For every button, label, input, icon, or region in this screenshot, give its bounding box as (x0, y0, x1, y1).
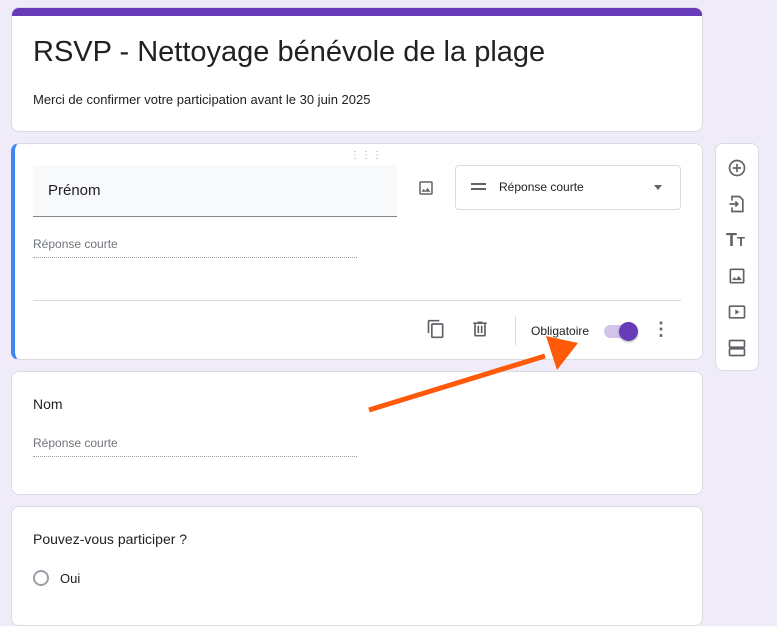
annotation-arrow (368, 336, 578, 413)
